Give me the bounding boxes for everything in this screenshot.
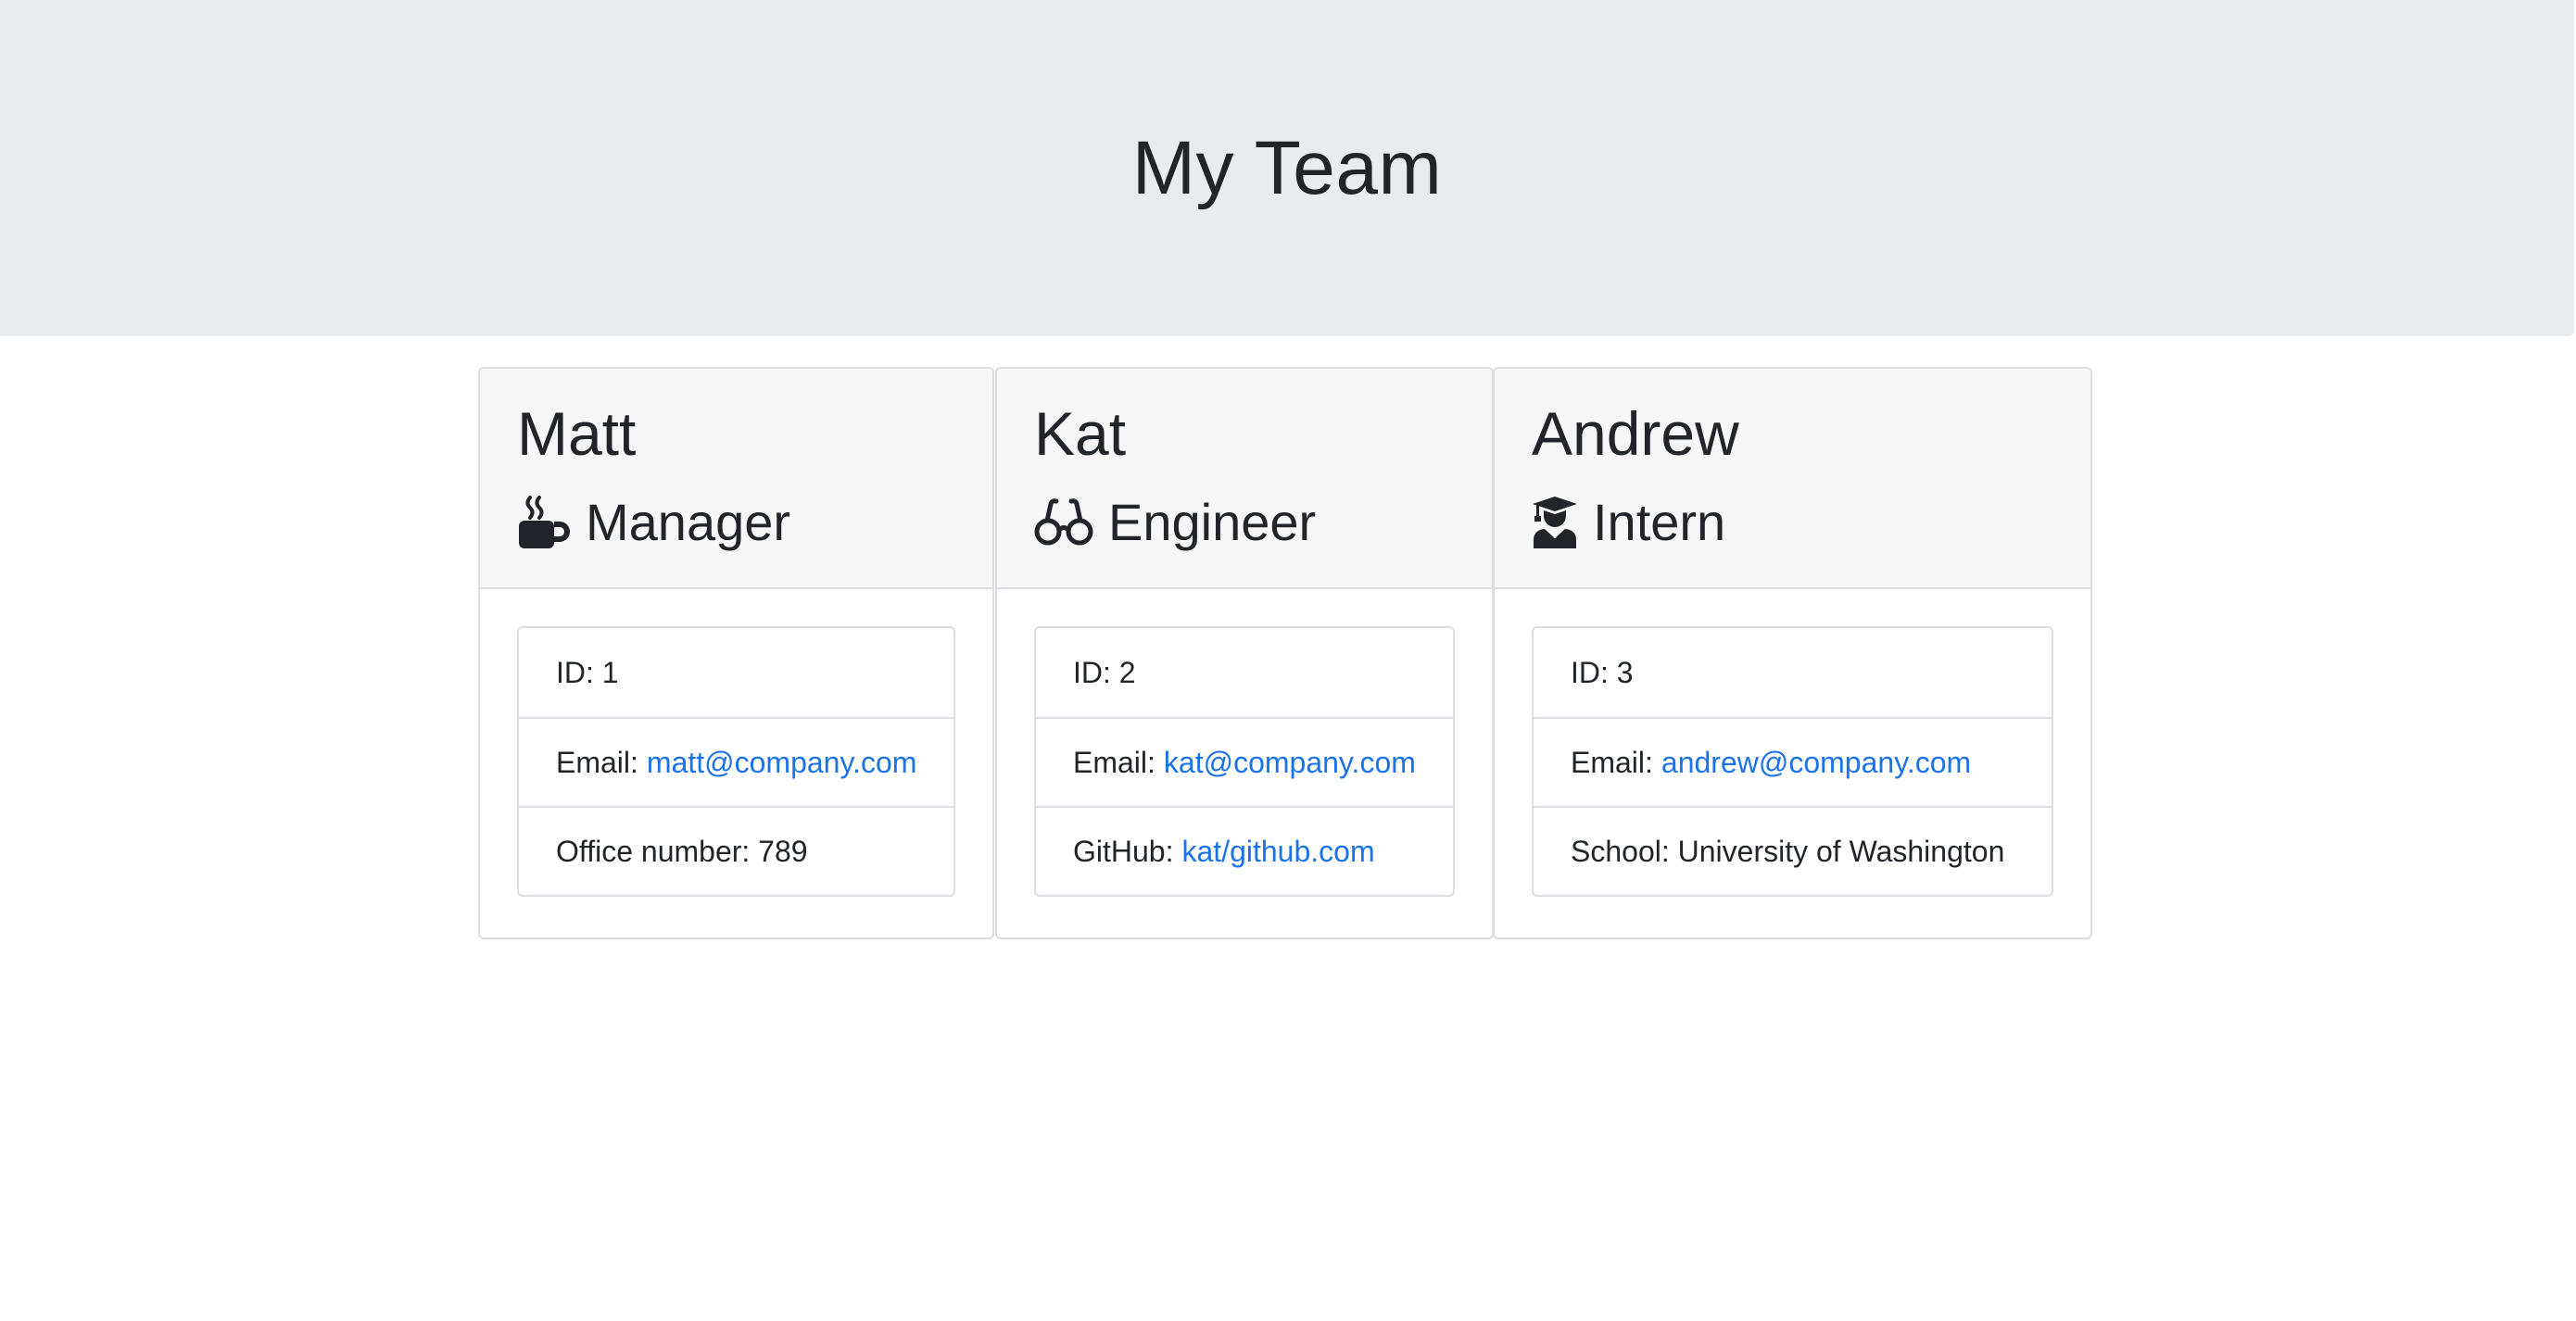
employee-card-engineer: Kat Engineer ID: 2 Email: kat@company.co… <box>995 367 1494 939</box>
email-link[interactable]: kat@company.com <box>1164 746 1416 780</box>
list-item-id: ID: 2 <box>1036 628 1453 717</box>
id-label: ID: <box>1571 655 1609 689</box>
list-item-email: Email: kat@company.com <box>1036 717 1453 806</box>
role-label: Engineer <box>1108 493 1317 551</box>
employee-role: Intern <box>1532 478 2053 567</box>
card-header: Matt Manager <box>480 369 992 589</box>
email-link[interactable]: matt@company.com <box>647 746 917 780</box>
employee-name: Matt <box>517 399 637 468</box>
school-label: School: <box>1571 834 1670 868</box>
list-item-office-number: Office number: 789 <box>519 806 953 895</box>
list-item-email: Email: matt@company.com <box>519 717 953 806</box>
list-item-id: ID: 3 <box>1534 628 2052 717</box>
employee-details-list: ID: 1 Email: matt@company.com Office num… <box>517 626 955 897</box>
card-header: Kat Engineer <box>997 369 1492 589</box>
employee-card-manager: Matt Manager ID: 1 Email: matt@company.c… <box>478 367 994 939</box>
employee-details-list: ID: 3 Email: andrew@company.com School: … <box>1532 626 2053 897</box>
employee-role: Engineer <box>1034 478 1455 567</box>
card-body: ID: 2 Email: kat@company.com GitHub: kat… <box>997 589 1492 934</box>
email-link[interactable]: andrew@company.com <box>1661 746 1971 780</box>
email-label: Email: <box>1073 745 1155 779</box>
role-label: Manager <box>586 493 791 551</box>
page-title: My Team <box>1131 125 1443 210</box>
card-header: Andrew Intern <box>1495 369 2090 589</box>
card-body: ID: 1 Email: matt@company.com Office num… <box>480 589 992 934</box>
school-value: University of Washington <box>1677 834 2005 868</box>
email-label: Email: <box>1571 745 1653 779</box>
id-value: 2 <box>1118 655 1136 689</box>
office-number-value: 789 <box>758 834 808 868</box>
list-item-email: Email: andrew@company.com <box>1534 717 2052 806</box>
office-number-label: Office number: <box>556 834 751 868</box>
list-item-github: GitHub: kat/github.com <box>1036 806 1453 895</box>
role-label: Intern <box>1593 493 1726 551</box>
list-item-id: ID: 1 <box>519 628 953 717</box>
card-body: ID: 3 Email: andrew@company.com School: … <box>1495 589 2090 934</box>
list-item-school: School: University of Washington <box>1534 806 2052 895</box>
github-label: GitHub: <box>1073 834 1174 868</box>
github-link[interactable]: kat/github.com <box>1181 835 1374 869</box>
employee-details-list: ID: 2 Email: kat@company.com GitHub: kat… <box>1034 626 1455 897</box>
id-value: 3 <box>1616 655 1634 689</box>
email-label: Email: <box>556 745 638 779</box>
glasses-icon <box>1034 498 1093 547</box>
id-value: 1 <box>601 655 619 689</box>
header-banner: My Team <box>0 0 2574 336</box>
employee-card-intern: Andrew Intern ID: 3 Email: andrew@compan… <box>1493 367 2092 939</box>
id-label: ID: <box>1073 655 1111 689</box>
employee-role: Manager <box>517 478 955 567</box>
user-graduate-icon <box>1532 496 1578 549</box>
employee-name: Andrew <box>1532 399 1739 468</box>
employee-name: Kat <box>1034 399 1127 468</box>
mug-hot-icon <box>517 496 571 549</box>
id-label: ID: <box>556 655 594 689</box>
